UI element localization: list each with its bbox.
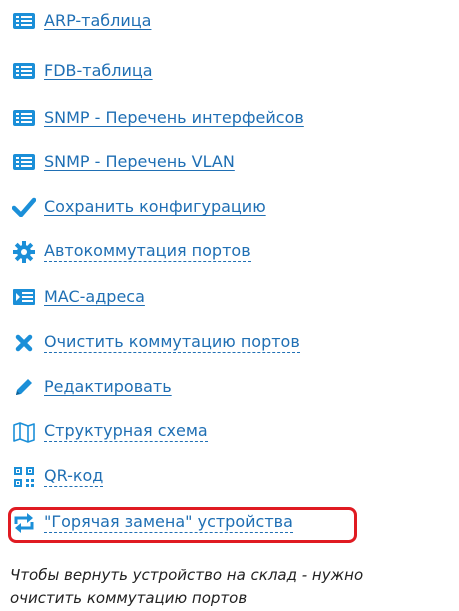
list-icon: [12, 107, 36, 129]
menu-item-edit[interactable]: Редактировать: [12, 373, 172, 401]
menu-item-qr-code[interactable]: QR-код: [12, 463, 104, 491]
mac-list-icon: [12, 286, 36, 308]
menu-item-mac-addresses[interactable]: MAC-адреса: [12, 283, 145, 311]
note-line-1: Чтобы вернуть устройство на склад - нужн…: [10, 566, 364, 584]
gear-icon: [12, 241, 36, 263]
list-icon: [12, 60, 36, 82]
qr-code-icon: [12, 466, 36, 488]
map-icon: [12, 421, 36, 443]
list-icon: [12, 10, 36, 32]
menu-item-label: FDB-таблица: [44, 61, 153, 80]
list-icon: [12, 151, 36, 173]
menu-item-label: Структурная схема: [44, 420, 208, 442]
menu-item-arp-table[interactable]: ARP-таблица: [12, 7, 151, 35]
device-actions-menu: ARP-таблица FDB-таблица SNMP - Перечень …: [0, 0, 459, 611]
note-line-2: очистить коммутацию портов: [10, 589, 248, 607]
menu-item-snmp-interfaces[interactable]: SNMP - Перечень интерфейсов: [12, 104, 304, 132]
menu-item-label: SNMP - Перечень VLAN: [44, 152, 235, 171]
menu-item-label: ARP-таблица: [44, 11, 152, 30]
menu-item-label: Очистить коммутацию портов: [44, 331, 300, 353]
menu-item-label: SNMP - Перечень интерфейсов: [44, 108, 304, 127]
menu-item-auto-commutation[interactable]: Автокоммутация портов: [12, 238, 251, 266]
menu-item-save-config[interactable]: Сохранить конфигурацию: [12, 193, 266, 221]
close-icon: [12, 332, 36, 354]
menu-item-label: Редактировать: [44, 377, 172, 396]
menu-item-label: QR-код: [44, 465, 104, 487]
menu-item-structure-scheme[interactable]: Структурная схема: [12, 418, 208, 446]
menu-item-fdb-table[interactable]: FDB-таблица: [12, 57, 153, 85]
menu-item-label: Сохранить конфигурацию: [44, 197, 266, 216]
pencil-icon: [12, 376, 36, 398]
menu-item-snmp-vlan[interactable]: SNMP - Перечень VLAN: [12, 148, 235, 176]
menu-item-label: Автокоммутация портов: [44, 240, 251, 262]
menu-item-clear-commutation[interactable]: Очистить коммутацию портов: [12, 329, 300, 357]
swap-icon: [12, 512, 36, 534]
storage-return-note: Чтобы вернуть устройство на склад - нужн…: [10, 564, 455, 610]
checkmark-icon: [12, 196, 36, 218]
menu-item-hot-swap[interactable]: "Горячая замена" устройства: [12, 509, 293, 537]
menu-item-label: MAC-адреса: [44, 287, 145, 306]
menu-item-label: "Горячая замена" устройства: [44, 511, 293, 533]
